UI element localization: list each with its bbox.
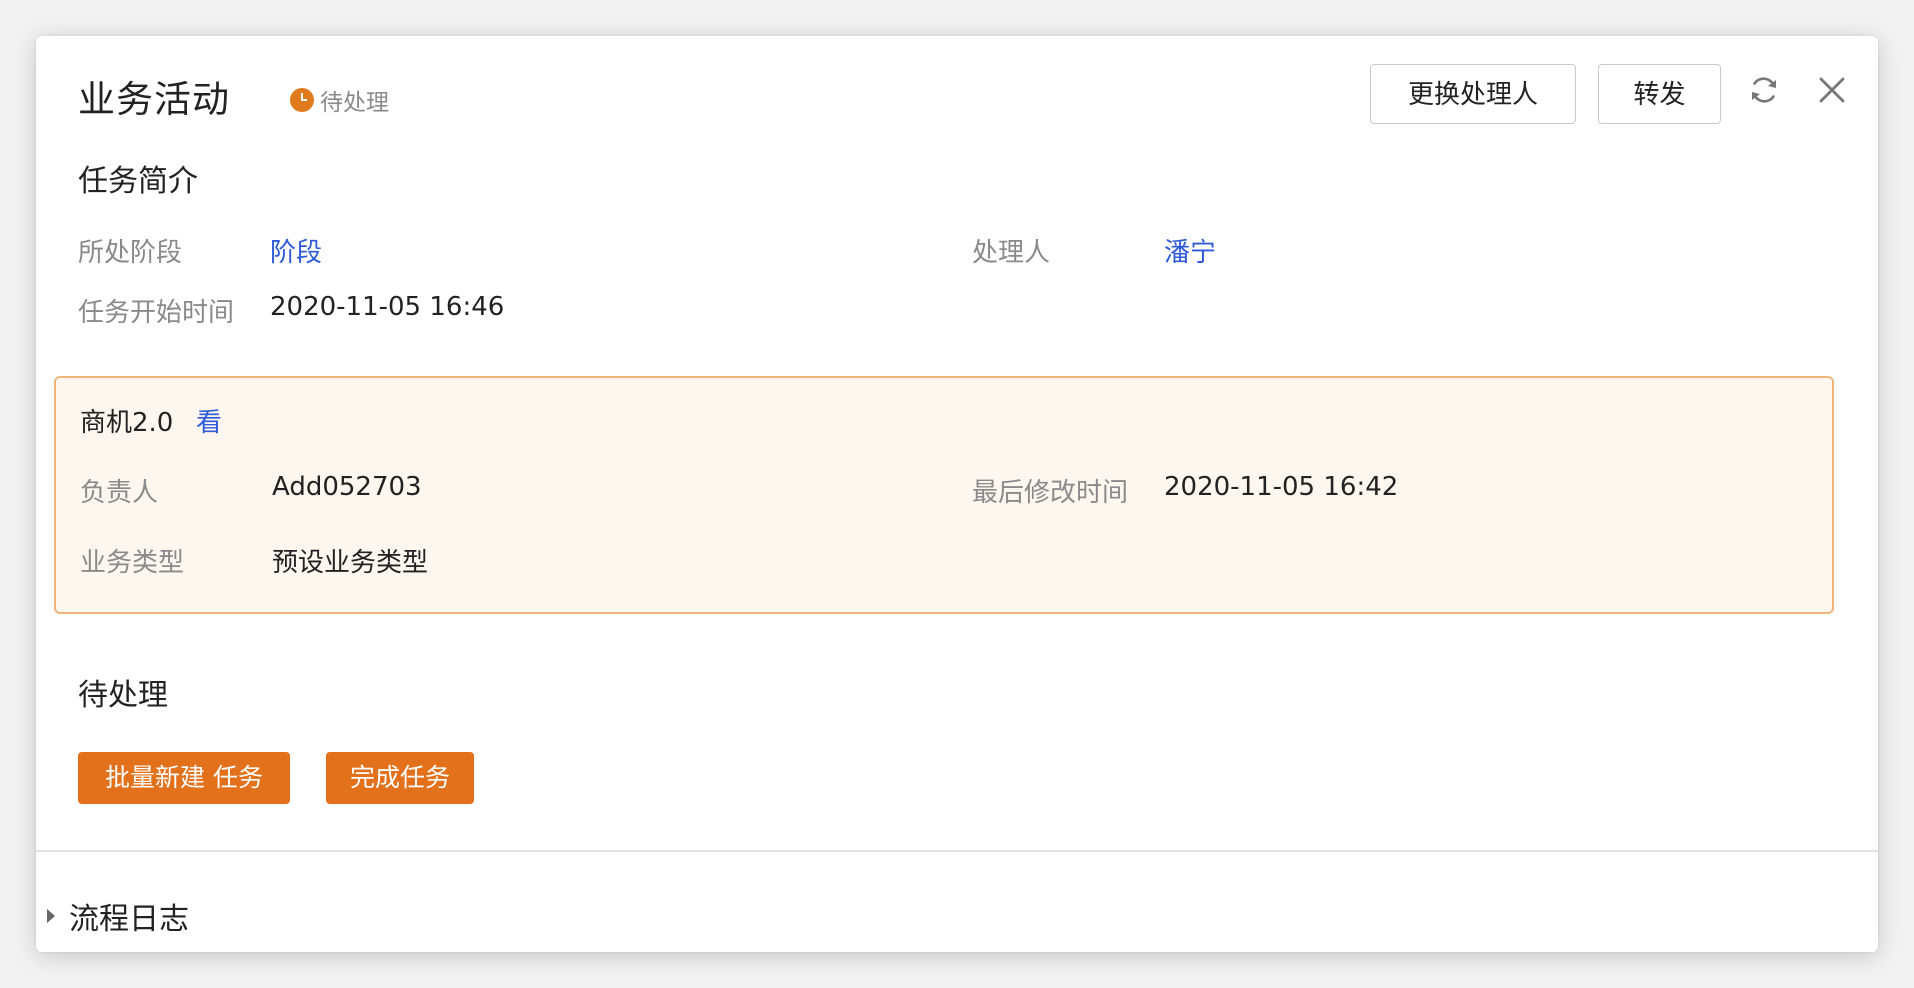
status-badge: 待处理 <box>290 70 389 130</box>
opportunity-card: 商机2.0 看 负责人 Add052703 最后修改时间 2020-11-05 … <box>54 376 1834 614</box>
start-time-value: 2020-11-05 16:46 <box>270 292 505 322</box>
screen-backdrop: 业务活动 待处理 更换处理人 转发 任务简介 所处阶段 阶段 处理人 潘宁 任务… <box>0 0 1914 988</box>
stage-label: 所处阶段 <box>78 238 183 268</box>
stage-link[interactable]: 阶段 <box>270 232 322 269</box>
intro-section-title: 任务简介 <box>78 164 198 199</box>
caret-right-icon[interactable] <box>47 909 55 923</box>
owner-label: 负责人 <box>80 478 159 508</box>
complete-task-button[interactable]: 完成任务 <box>326 752 474 804</box>
refresh-icon[interactable] <box>1746 72 1782 108</box>
modified-time-label: 最后修改时间 <box>972 478 1129 508</box>
biz-type-value: 预设业务类型 <box>272 548 429 578</box>
handler-link[interactable]: 潘宁 <box>1164 232 1216 269</box>
handler-label: 处理人 <box>972 238 1051 268</box>
process-log-toggle[interactable]: 流程日志 <box>44 894 189 938</box>
status-text: 待处理 <box>320 90 389 116</box>
dialog-title: 业务活动 <box>78 78 230 121</box>
divider <box>36 850 1878 852</box>
owner-value: Add052703 <box>272 472 422 502</box>
process-log-title: 流程日志 <box>69 902 189 937</box>
card-title: 商机2.0 <box>80 408 174 438</box>
batch-create-task-button[interactable]: 批量新建 任务 <box>78 752 290 804</box>
start-time-label: 任务开始时间 <box>78 298 235 328</box>
biz-type-label: 业务类型 <box>80 548 185 578</box>
clock-icon <box>290 88 314 112</box>
change-handler-button[interactable]: 更换处理人 <box>1370 64 1576 124</box>
close-icon[interactable] <box>1816 74 1848 106</box>
forward-button[interactable]: 转发 <box>1598 64 1721 124</box>
modified-time-value: 2020-11-05 16:42 <box>1164 472 1399 502</box>
business-activity-dialog: 业务活动 待处理 更换处理人 转发 任务简介 所处阶段 阶段 处理人 潘宁 任务… <box>36 36 1878 952</box>
view-link[interactable]: 看 <box>196 402 222 439</box>
pending-section-title: 待处理 <box>78 678 168 713</box>
